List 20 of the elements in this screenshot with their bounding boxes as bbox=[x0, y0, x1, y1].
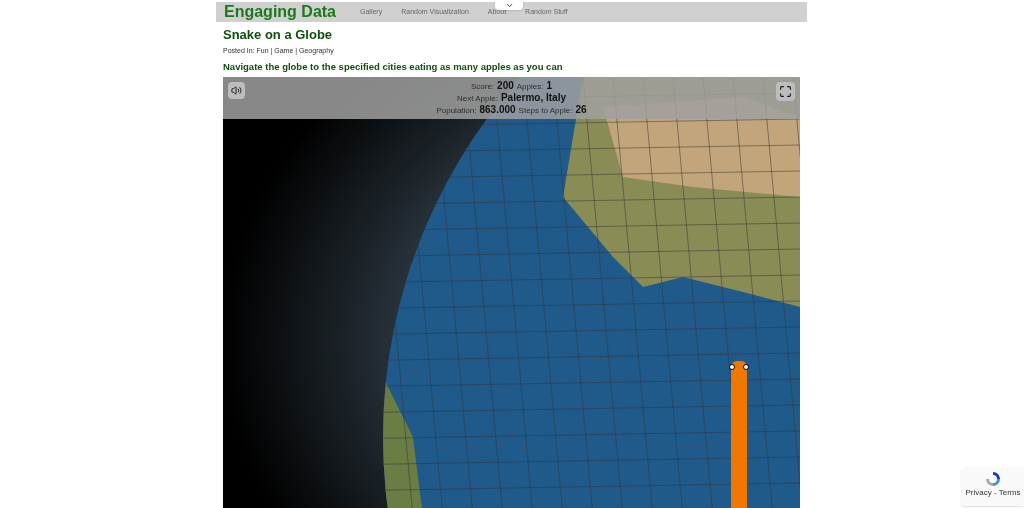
site-title[interactable]: Engaging Data bbox=[224, 4, 336, 20]
stat-label: Next Apple: bbox=[457, 93, 498, 104]
stat-label: Score: bbox=[470, 81, 495, 92]
speaker-icon bbox=[231, 85, 242, 96]
recaptcha-icon bbox=[985, 471, 1001, 487]
stat-value: Palermo, Italy bbox=[500, 92, 566, 103]
sound-button[interactable] bbox=[228, 82, 245, 99]
stat-label: Steps to Apple: bbox=[518, 105, 573, 116]
stat-value: 200 bbox=[497, 80, 514, 91]
post-subtitle: Navigate the globe to the specified cities eating as many apples as you can bbox=[223, 59, 564, 74]
post-title: Snake on a Globe bbox=[223, 27, 334, 44]
fullscreen-button[interactable] bbox=[776, 82, 795, 101]
privacy-terms-text: Privacy - Terms bbox=[965, 487, 1021, 499]
recaptcha-badge[interactable]: Privacy - Terms bbox=[962, 468, 1024, 506]
stat-label: Apples: bbox=[516, 81, 544, 92]
stat-value: 1 bbox=[546, 80, 553, 91]
fullscreen-icon bbox=[779, 85, 792, 98]
stat-label: Population: bbox=[436, 105, 477, 116]
stat-value: 26 bbox=[575, 104, 587, 115]
stat-value: 863.000 bbox=[479, 104, 516, 115]
